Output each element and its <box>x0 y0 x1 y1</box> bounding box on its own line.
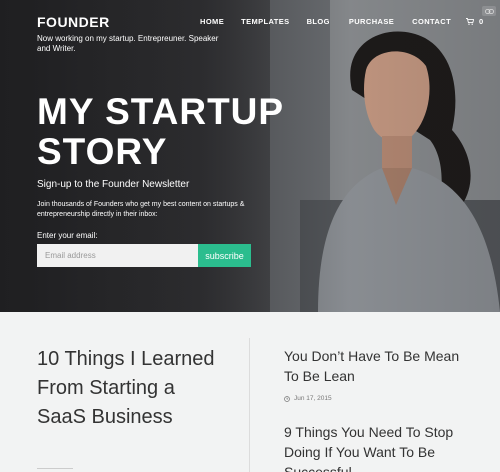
post-date: Jun 17, 2015 <box>284 395 332 402</box>
shopping-cart-icon <box>466 18 475 25</box>
email-input[interactable] <box>37 244 198 267</box>
email-label: Enter your email: <box>37 231 98 240</box>
hero-title: MY STARTUP STORY <box>37 91 284 172</box>
brand-name[interactable]: FOUNDER <box>37 14 227 30</box>
post-title[interactable]: 9 Things You Need To Stop Doing If You W… <box>284 422 464 472</box>
post-title[interactable]: You Don’t Have To Be Mean To Be Lean <box>284 346 464 386</box>
column-divider <box>249 338 250 472</box>
featured-post-title[interactable]: 10 Things I Learned From Starting a SaaS… <box>37 345 227 432</box>
newsletter-description: Join thousands of Founders who get my be… <box>37 201 245 218</box>
cart-count: 0 <box>479 17 484 26</box>
link-button[interactable] <box>482 6 496 16</box>
blog-posts-section: 10 Things I Learned From Starting a SaaS… <box>0 312 500 472</box>
nav-item-contact[interactable]: CONTACT <box>412 17 451 26</box>
nav-item-templates[interactable]: TEMPLATES <box>241 17 289 26</box>
post-date-text: Jun 17, 2015 <box>294 395 332 402</box>
brand: FOUNDER Now working on my startup. Entre… <box>37 14 227 54</box>
nav-item-home[interactable]: HOME <box>200 17 224 26</box>
nav-item-blog[interactable]: BLOG <box>307 17 330 26</box>
subscribe-button[interactable]: subscribe <box>198 244 251 267</box>
newsletter-heading: Sign-up to the Founder Newsletter <box>37 179 190 190</box>
main-nav: HOME TEMPLATES BLOG PURCHASE CONTACT 0 <box>200 17 483 26</box>
nav-item-purchase[interactable]: PURCHASE <box>349 17 394 26</box>
cart-link[interactable]: 0 <box>466 17 483 26</box>
clock-icon <box>284 395 290 402</box>
featured-post-divider <box>37 468 73 469</box>
link-icon <box>484 8 494 14</box>
brand-tagline: Now working on my startup. Entrepreuner.… <box>37 34 219 53</box>
